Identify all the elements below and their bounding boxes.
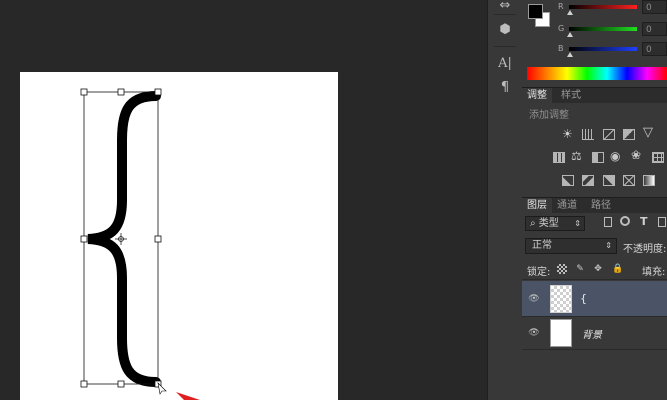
brightness-icon[interactable]: ☀ — [562, 127, 573, 141]
hue-saturation-icon[interactable] — [553, 152, 565, 163]
lock-all-icon[interactable]: 🔒 — [612, 264, 623, 274]
layers-tabbar: 图层 通道 路径 — [522, 197, 667, 213]
tab-paths[interactable]: 路径 — [586, 198, 616, 213]
cursor-icon — [157, 382, 167, 395]
green-value-field[interactable]: 0 — [642, 22, 667, 36]
visibility-eye-icon[interactable]: 👁 — [528, 328, 540, 338]
blue-value-field[interactable]: 0 — [642, 42, 667, 56]
paragraph-icon[interactable]: ¶ — [488, 80, 522, 95]
character-icon[interactable]: A| — [488, 56, 522, 71]
blue-slider-marker[interactable] — [567, 52, 573, 57]
filter-type-layer-icon[interactable]: T — [640, 215, 648, 228]
panel-dock-strip: ⇔ ⬢ A| ¶ — [487, 0, 523, 400]
tab-adjustments[interactable]: 调整 — [522, 88, 552, 103]
fill-label: 填充: — [642, 267, 666, 278]
red-slider-marker[interactable] — [567, 10, 573, 15]
gradient-map-icon[interactable] — [643, 175, 655, 186]
chevron-updown-icon: ⇕ — [605, 241, 612, 250]
invert-icon[interactable] — [562, 175, 574, 186]
layer-name[interactable]: { — [580, 292, 587, 305]
selective-color-icon[interactable] — [623, 175, 635, 186]
curves-icon[interactable] — [603, 129, 615, 140]
red-channel-label: R — [558, 2, 564, 11]
tab-channels[interactable]: 通道 — [552, 198, 582, 213]
search-icon: ⌕ — [530, 218, 536, 229]
layer-filter-select[interactable]: ⌕ 类型 ⇕ — [525, 216, 585, 231]
canvas-artwork — [80, 88, 200, 400]
visibility-eye-icon[interactable]: 👁 — [528, 294, 540, 304]
green-slider-marker[interactable] — [567, 32, 573, 37]
green-channel-label: G — [558, 24, 565, 33]
lock-position-icon[interactable]: ✥ — [593, 264, 603, 274]
lock-transparent-pixels-icon[interactable] — [557, 264, 567, 274]
chevron-updown-icon: ⇕ — [574, 219, 581, 228]
lock-image-pixels-icon[interactable]: ✎ — [575, 264, 585, 274]
color-spectrum-ramp[interactable] — [527, 67, 667, 80]
black-white-icon[interactable] — [592, 152, 604, 163]
levels-icon[interactable] — [582, 129, 594, 140]
adjustments-tabbar: 调整 样式 — [522, 87, 667, 103]
layers-divider — [522, 279, 667, 280]
channel-mixer-icon[interactable]: ❀ — [631, 148, 641, 162]
annotation-arrow-icon — [176, 392, 200, 400]
layer-divider — [522, 349, 667, 350]
dock-separator — [494, 14, 516, 15]
exposure-icon[interactable] — [623, 129, 635, 140]
green-channel-slider[interactable] — [569, 27, 637, 31]
layer-filter-kind: 类型 — [538, 218, 559, 229]
blend-mode-value: 正常 — [532, 240, 552, 251]
dock-separator — [494, 46, 516, 47]
layer-thumbnail-white[interactable] — [550, 319, 572, 347]
color-balance-icon[interactable]: ⚖ — [571, 149, 582, 163]
color-lookup-icon[interactable] — [652, 152, 664, 163]
threshold-icon[interactable] — [603, 175, 615, 186]
tab-styles[interactable]: 样式 — [556, 88, 586, 103]
filter-pixel-layer-icon[interactable] — [604, 217, 612, 227]
add-adjustment-title: 添加调整 — [529, 110, 569, 121]
red-value-field[interactable]: 0 — [642, 0, 667, 14]
layer-thumbnail-transparent[interactable] — [550, 285, 572, 313]
blue-channel-label: B — [558, 44, 564, 53]
layer-row-brace[interactable]: 👁 { — [522, 281, 667, 316]
vibrance-icon[interactable]: ▽ — [643, 125, 653, 140]
transform-center-point[interactable] — [115, 233, 127, 245]
foreground-color-swatch[interactable] — [528, 4, 543, 19]
lock-label: 锁定: — [527, 267, 551, 278]
cube-icon[interactable]: ⬢ — [488, 22, 522, 37]
tab-layers[interactable]: 图层 — [522, 198, 552, 213]
blue-channel-slider[interactable] — [569, 47, 637, 51]
blend-mode-select[interactable]: 正常 ⇕ — [525, 238, 617, 254]
red-channel-slider[interactable] — [569, 5, 637, 9]
opacity-label: 不透明度: — [623, 244, 667, 255]
photo-filter-icon[interactable]: ◉ — [610, 149, 620, 163]
filter-shape-layer-icon[interactable] — [658, 217, 666, 227]
posterize-icon[interactable] — [582, 175, 594, 186]
filter-adjustment-layer-icon[interactable] — [620, 216, 630, 226]
dock-top-icon[interactable]: ⇔ — [488, 0, 522, 13]
layer-row-background[interactable]: 👁 背景 — [522, 317, 667, 349]
layer-name[interactable]: 背景 — [582, 326, 602, 341]
